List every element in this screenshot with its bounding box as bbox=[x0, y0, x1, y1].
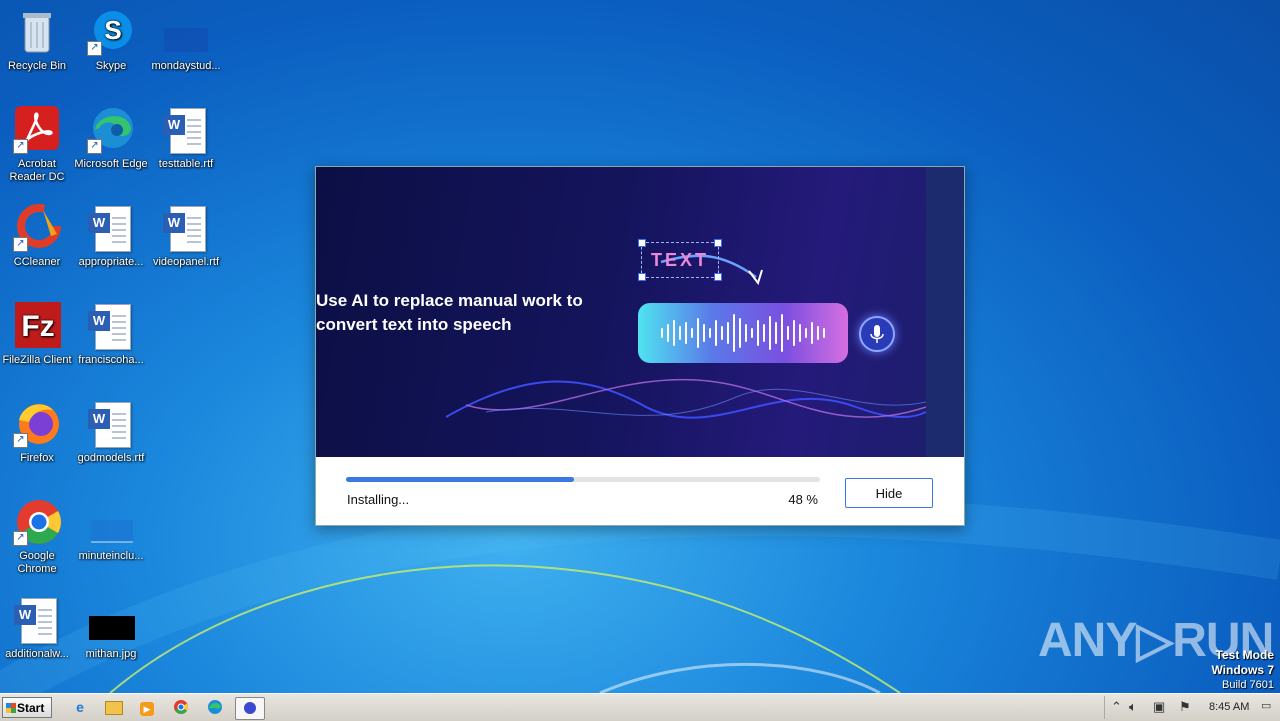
desktop-icon-filezilla[interactable]: Fz FileZilla Client bbox=[0, 302, 74, 367]
desktop-icon-firefox[interactable]: ↗ Firefox bbox=[0, 400, 74, 465]
svg-text:Fz: Fz bbox=[21, 310, 54, 343]
ie-icon[interactable]: e bbox=[68, 697, 92, 718]
desktop-icon-label: Skype bbox=[95, 60, 127, 72]
test-mode-label: Test Mode bbox=[1215, 648, 1274, 662]
desktop-icon-edge[interactable]: ↗ Microsoft Edge bbox=[74, 106, 148, 171]
desktop-icon-label: Google Chrome bbox=[17, 550, 57, 575]
start-button[interactable]: Start bbox=[2, 697, 52, 718]
network-icon[interactable]: ▣ bbox=[1153, 699, 1165, 715]
audio-waveform-graphic bbox=[638, 303, 848, 363]
installer-window: Use AI to replace manual work to convert… bbox=[315, 166, 965, 526]
word-document-icon: W bbox=[87, 302, 135, 350]
blank-file-icon bbox=[162, 8, 210, 56]
media-player-icon[interactable]: ▶ bbox=[135, 697, 159, 718]
install-percent-text: 48 % bbox=[788, 492, 818, 507]
desktop-icon-ccleaner[interactable]: ↗ CCleaner bbox=[0, 204, 74, 269]
desktop-icon-chrome[interactable]: ↗ Google Chrome bbox=[0, 498, 74, 576]
tag-corner-handle bbox=[638, 239, 646, 247]
word-document-icon: W bbox=[162, 204, 210, 252]
start-label: Start bbox=[17, 700, 45, 715]
shortcut-arrow-icon: ↗ bbox=[87, 41, 102, 56]
show-hidden-icons-icon[interactable]: ⌃ bbox=[1111, 699, 1122, 715]
shortcut-arrow-icon: ↗ bbox=[13, 237, 28, 252]
recycle-bin-icon bbox=[13, 8, 61, 56]
desktop-icon-label: testtable.rtf bbox=[158, 158, 214, 170]
progress-track bbox=[346, 477, 820, 482]
blank-file-icon bbox=[87, 498, 135, 546]
desktop-icon-label: FileZilla Client bbox=[2, 354, 72, 366]
desktop-icon-label: Firefox bbox=[20, 452, 54, 464]
progress-fill bbox=[346, 477, 574, 482]
desktop-icon-label: videopanel.rtf bbox=[152, 256, 220, 268]
volume-icon[interactable]: 🔈︎ bbox=[1129, 699, 1137, 715]
headline-line-2: convert text into speech bbox=[316, 315, 512, 334]
test-mode-notice: Test Mode Windows 7 Build 7601 bbox=[1211, 648, 1274, 692]
hide-button[interactable]: Hide bbox=[845, 478, 933, 508]
tag-corner-handle bbox=[714, 239, 722, 247]
word-document-icon: W bbox=[162, 106, 210, 154]
tag-corner-handle bbox=[638, 273, 646, 281]
desktop-icon-testtable[interactable]: W testtable.rtf bbox=[149, 106, 223, 171]
desktop-icon-label: Recycle Bin bbox=[7, 60, 67, 72]
clock[interactable]: 8:45 AM bbox=[1209, 701, 1249, 713]
shortcut-arrow-icon: ↗ bbox=[13, 433, 28, 448]
action-center-flag-icon[interactable]: ⚑ bbox=[1179, 699, 1191, 715]
ccleaner-icon: ↗ bbox=[13, 204, 61, 252]
skype-icon: S ↗ bbox=[87, 8, 135, 56]
word-document-icon: W bbox=[13, 596, 61, 644]
show-desktop-icon[interactable]: ▭ bbox=[1261, 699, 1271, 712]
tag-corner-handle bbox=[714, 273, 722, 281]
firefox-icon: ↗ bbox=[13, 400, 61, 448]
installer-headline: Use AI to replace manual work to convert… bbox=[316, 289, 616, 337]
image-file-icon bbox=[87, 596, 135, 644]
desktop-icon-mithan[interactable]: mithan.jpg bbox=[74, 596, 148, 661]
desktop-icon-recycle-bin[interactable]: Recycle Bin bbox=[0, 8, 74, 73]
text-tag-label: TEXT bbox=[650, 250, 709, 270]
shortcut-arrow-icon: ↗ bbox=[13, 531, 28, 546]
svg-text:S: S bbox=[104, 15, 121, 45]
desktop-icon-label: mithan.jpg bbox=[85, 648, 137, 660]
desktop-icon-appropriate[interactable]: W appropriate... bbox=[74, 204, 148, 269]
build-label: Build 7601 bbox=[1222, 679, 1274, 691]
shortcut-arrow-icon: ↗ bbox=[13, 139, 28, 154]
desktop-icon-label: franciscoha... bbox=[78, 354, 144, 366]
desktop-icon-mondaystud[interactable]: mondaystud... bbox=[149, 8, 223, 73]
system-tray: ⌃ 🔈︎ ▣ ⚑ 8:45 AM ▭ bbox=[1104, 696, 1279, 719]
filezilla-icon: Fz bbox=[13, 302, 61, 350]
word-document-icon: W bbox=[87, 400, 135, 448]
installer-progress-area: Installing... 48 % Hide bbox=[316, 457, 964, 525]
desktop-icon-label: Microsoft Edge bbox=[74, 158, 148, 170]
microphone-icon bbox=[859, 316, 895, 352]
desktop-icon-acrobat[interactable]: ↗ Acrobat Reader DC bbox=[0, 106, 74, 184]
desktop-icon-label: CCleaner bbox=[13, 256, 61, 268]
os-label: Windows 7 bbox=[1211, 663, 1274, 677]
edge-icon[interactable] bbox=[203, 697, 227, 718]
headline-line-1: Use AI to replace manual work to bbox=[316, 291, 583, 310]
desktop-icon-label: mondaystud... bbox=[151, 60, 221, 72]
edge-icon: ↗ bbox=[87, 106, 135, 154]
desktop-icon-label: appropriate... bbox=[78, 256, 144, 268]
explorer-icon[interactable] bbox=[102, 697, 126, 718]
installer-app-icon[interactable] bbox=[235, 697, 265, 720]
desktop-icon-skype[interactable]: S ↗ Skype bbox=[74, 8, 148, 73]
taskbar: Start e ▶ ⌃ 🔈︎ ▣ ⚑ 8:45 AM ▭ bbox=[0, 693, 1280, 721]
desktop-icon-label: additionalw... bbox=[5, 648, 69, 660]
acrobat-icon: ↗ bbox=[13, 106, 61, 154]
shortcut-arrow-icon: ↗ bbox=[87, 139, 102, 154]
installer-banner: Use AI to replace manual work to convert… bbox=[316, 167, 964, 457]
word-document-icon: W bbox=[87, 204, 135, 252]
desktop-icon-label: godmodels.rtf bbox=[77, 452, 145, 464]
desktop-icon-videopanel[interactable]: W videopanel.rtf bbox=[149, 204, 223, 269]
windows-logo-icon bbox=[6, 703, 16, 713]
desktop-icon-label: minuteinclu... bbox=[78, 550, 144, 562]
desktop-icon-label: Acrobat Reader DC bbox=[9, 158, 65, 183]
desktop-icon-franciscoha[interactable]: W franciscoha... bbox=[74, 302, 148, 367]
text-tag-graphic: TEXT bbox=[638, 239, 722, 281]
desktop-icon-godmodels[interactable]: W godmodels.rtf bbox=[74, 400, 148, 465]
desktop-icon-minuteinclu[interactable]: minuteinclu... bbox=[74, 498, 148, 563]
chrome-icon: ↗ bbox=[13, 498, 61, 546]
chrome-icon[interactable] bbox=[169, 697, 193, 718]
install-status-text: Installing... bbox=[347, 492, 410, 507]
desktop-icon-additionalw[interactable]: W additionalw... bbox=[0, 596, 74, 661]
